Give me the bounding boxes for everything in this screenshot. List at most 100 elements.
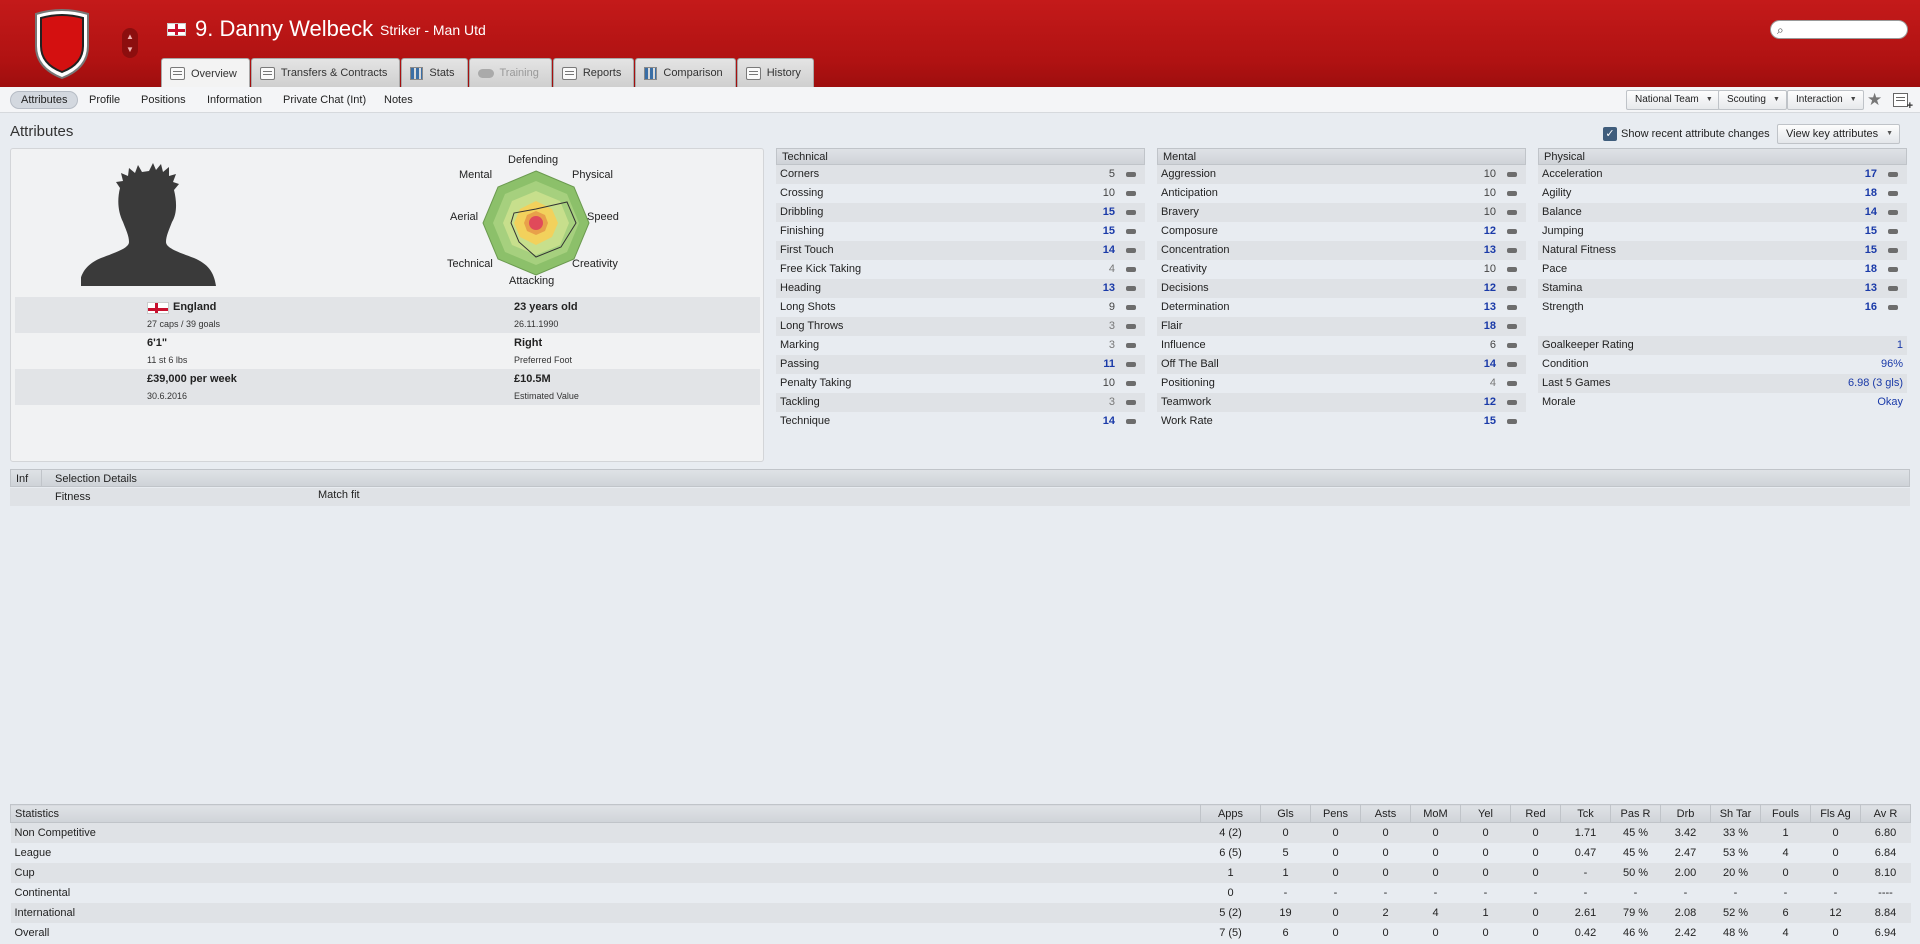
attribute-row[interactable]: Heading 13 [776,279,1145,298]
attribute-row[interactable]: First Touch 14 [776,241,1145,260]
attribute-row[interactable]: Corners 5 [776,165,1145,184]
attribute-row[interactable]: Marking 3 [776,336,1145,355]
attribute-row[interactable]: Determination 13 [1157,298,1526,317]
stats-column-header[interactable]: Apps [1200,804,1261,823]
attribute-row[interactable]: Pace 18 [1538,260,1907,279]
stats-column-header[interactable]: Asts [1360,804,1411,823]
tab-history[interactable]: History [736,58,814,87]
inf-column-header[interactable]: Inf [16,470,28,488]
attribute-row[interactable]: Work Rate 15 [1157,412,1526,431]
england-flag-icon [167,23,186,36]
stats-row[interactable]: Continental 0- - - - - - - - - - - - ---- [11,883,1911,903]
stats-cell: 8.84 [1860,902,1911,923]
attribute-row[interactable]: Free Kick Taking 4 [776,260,1145,279]
attribute-row[interactable]: Passing 11 [776,355,1145,374]
search-input[interactable]: ⌕ [1770,20,1908,39]
wage[interactable]: £39,000 per week [147,373,237,385]
tab-training[interactable]: Training [468,58,552,87]
bar-chart-icon [410,66,424,80]
stats-column-header[interactable]: Statistics [10,804,1201,823]
view-key-attributes-button[interactable]: View key attributes [1777,124,1900,144]
tab-reports[interactable]: Reports [552,58,635,87]
no-change-indicator-icon [1888,191,1898,196]
attribute-value: 10 [1483,206,1496,218]
attribute-value: 11 [1103,358,1115,370]
subnav-private-chat[interactable]: Private Chat (Int) [273,91,376,109]
attribute-row[interactable]: Acceleration 17 [1538,165,1907,184]
national-team-dropdown[interactable]: National Team [1626,90,1720,110]
stats-row[interactable]: International 5 (2) 19 0 2 4 1 0 2.61 79 % 2.08 52 … [10,902,1911,923]
stats-column-header[interactable]: Pas R [1610,804,1661,823]
subnav-attributes[interactable]: Attributes [10,91,79,109]
attribute-row[interactable]: Composure 12 [1157,222,1526,241]
stats-cell: 0 [1382,846,1389,859]
stats-row[interactable]: Overall 7 (5) 6 0 0 0 0 0 0.42 46 % 2.42 48 % 4 0 6.94 [11,923,1911,943]
tab-transfers-contracts[interactable]: Transfers & Contracts [250,58,401,87]
attribute-row[interactable]: Anticipation 10 [1157,184,1526,203]
stats-row[interactable]: League 6 (5) 5 0 0 0 0 0 0.47 45 % 2.47 53 % 4 0 6.84 [11,843,1911,863]
attribute-row[interactable]: Positioning 4 [1157,374,1526,393]
attribute-value: 10 [1483,187,1496,199]
star-icon[interactable]: ★ [1867,90,1882,110]
attribute-row[interactable]: Bravery 10 [1157,203,1526,222]
stats-row[interactable]: Cup 1 1 0 0 0 0 0-50 % 2.00 20 % 0 0 8.10 [10,862,1911,883]
nationality[interactable]: England [173,301,216,313]
stats-row[interactable]: Non Competitive 4 (2) 0 0 0 0 0 0 1.71 45 % 3.42 33… [10,822,1911,843]
subnav-notes[interactable]: Notes [374,91,423,109]
attribute-row[interactable]: Balance 14 [1538,203,1907,222]
attribute-row[interactable]: Decisions 12 [1157,279,1526,298]
subnav-profile[interactable]: Profile [79,91,130,109]
player-nav-arrows[interactable]: ▲ ▼ [122,28,138,58]
subnav-positions[interactable]: Positions [131,91,196,109]
attribute-row[interactable]: Tackling 3 [776,393,1145,412]
stats-column-header[interactable]: MoM [1410,804,1461,823]
attribute-value: 17 [1864,168,1877,180]
selection-details-header[interactable]: Selection Details [55,470,137,488]
attribute-row[interactable]: Finishing 15 [776,222,1145,241]
tab-stats[interactable]: Stats [401,58,468,87]
show-recent-changes-checkbox[interactable]: ✓ [1603,127,1617,141]
player-position-club[interactable]: Striker - Man Utd [380,22,486,38]
attribute-row[interactable]: Crossing 10 [776,184,1145,203]
attribute-row[interactable]: Influence 6 [1157,336,1526,355]
subnav-information[interactable]: Information [197,91,272,109]
attribute-row[interactable]: Creativity 10 [1157,260,1526,279]
attribute-row[interactable]: Jumping 15 [1538,222,1907,241]
attribute-row[interactable]: Long Shots 9 [776,298,1145,317]
stats-column-header[interactable]: Tck [1560,804,1611,823]
scouting-dropdown[interactable]: Scouting [1718,90,1787,110]
attribute-row[interactable]: Stamina 13 [1538,279,1907,298]
stats-column-header[interactable]: Av R [1860,804,1911,823]
stats-cell: - [1833,886,1838,899]
physical-summary-row: Last 5 Games 6.98 (3 gls) [1538,374,1907,393]
stats-column-header[interactable]: Fouls [1760,804,1811,823]
stats-column-header[interactable]: Yel [1460,804,1511,823]
attribute-row[interactable]: Teamwork 12 [1157,393,1526,412]
interaction-dropdown[interactable]: Interaction [1787,90,1864,110]
stats-cell: 0 [1432,926,1439,939]
stats-column-header[interactable]: Sh Tar [1710,804,1761,823]
stats-column-header[interactable]: Pens [1310,804,1361,823]
attribute-row[interactable]: Dribbling 15 [776,203,1145,222]
stats-cell: - [1333,886,1338,899]
stats-column-header[interactable]: Gls [1260,804,1311,823]
attribute-row[interactable]: Off The Ball 14 [1157,355,1526,374]
tab-comparison[interactable]: Comparison [635,58,736,87]
attribute-row[interactable]: Strength 16 [1538,298,1907,317]
attribute-row[interactable]: Flair 18 [1157,317,1526,336]
club-crest-icon[interactable] [32,8,92,80]
attribute-row[interactable]: Concentration 13 [1157,241,1526,260]
attribute-row[interactable]: Agility 18 [1538,184,1907,203]
stats-column-header[interactable]: Drb [1660,804,1711,823]
attribute-row[interactable]: Natural Fitness 15 [1538,241,1907,260]
no-change-indicator-icon [1126,362,1136,367]
attribute-row[interactable]: Penalty Taking 10 [776,374,1145,393]
stats-column-header[interactable]: Fls Ag [1810,804,1861,823]
selection-row-fitness: Fitness Match fit [10,488,1910,506]
stats-column-header[interactable]: Red [1510,804,1561,823]
attribute-row[interactable]: Aggression 10 [1157,165,1526,184]
tab-overview[interactable]: Overview [161,58,250,88]
add-note-icon[interactable] [1893,93,1913,112]
attribute-row[interactable]: Technique 14 [776,412,1145,431]
attribute-row[interactable]: Long Throws 3 [776,317,1145,336]
